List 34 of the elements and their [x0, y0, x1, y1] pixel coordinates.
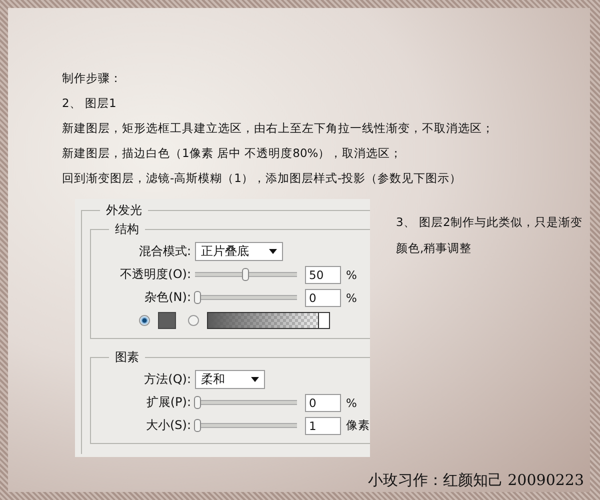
field-label: 混合模式: [138, 243, 192, 260]
note-text: 3、 图层2制作与此类似，只是渐变颜色,稍事调整 [396, 214, 584, 257]
section-title: 结构 [114, 221, 140, 238]
unit-label: % [346, 396, 357, 410]
unit-label: 像素 [346, 418, 370, 433]
field-label: 方法(Q): [143, 371, 192, 388]
step-instruction: 新建图层，矩形选框工具建立选区，由右上至左下角拉一线性渐变，不取消选区； [62, 120, 495, 137]
unit-label: % [346, 290, 357, 304]
step-instruction: 新建图层，描边白色（1像素 居中 不透明度80%），取消选区； [62, 145, 404, 162]
color-swatch[interactable] [158, 312, 176, 329]
steps-heading: 制作步骤： [62, 70, 123, 87]
field-label: 扩展(P): [145, 394, 192, 411]
section-title: 图素 [114, 349, 140, 366]
value-field[interactable]: 50 [305, 266, 341, 284]
slider-handle[interactable] [194, 396, 201, 409]
blend-mode-dropdown[interactable]: 正片叠底 [195, 242, 283, 261]
value-field[interactable]: 1 [305, 416, 341, 434]
gradient-picker[interactable] [207, 312, 330, 329]
section-title: 外发光 [105, 202, 143, 219]
method-dropdown[interactable]: 柔和 [195, 370, 265, 389]
slider-handle[interactable] [242, 268, 250, 281]
slider-handle[interactable] [194, 291, 201, 304]
radio-button[interactable] [188, 315, 199, 326]
field-label: 大小(S): [144, 417, 192, 434]
step-instruction: 回到渐变图层，滤镜-高斯模糊（1），添加图层样式-投影（参数见下图示） [62, 170, 463, 187]
field-label: 杂色(N): [144, 289, 192, 306]
field-label: 不透明度(O): [119, 266, 192, 283]
step-title: 2、 图层1 [62, 95, 118, 112]
value-field[interactable]: 0 [305, 288, 341, 306]
signature-text: 小玫习作：红颜知己 20090223 [368, 471, 584, 490]
unit-label: % [346, 268, 357, 282]
slider-handle[interactable] [194, 419, 201, 432]
value-field[interactable]: 0 [305, 394, 341, 412]
radio-button[interactable] [139, 315, 150, 326]
